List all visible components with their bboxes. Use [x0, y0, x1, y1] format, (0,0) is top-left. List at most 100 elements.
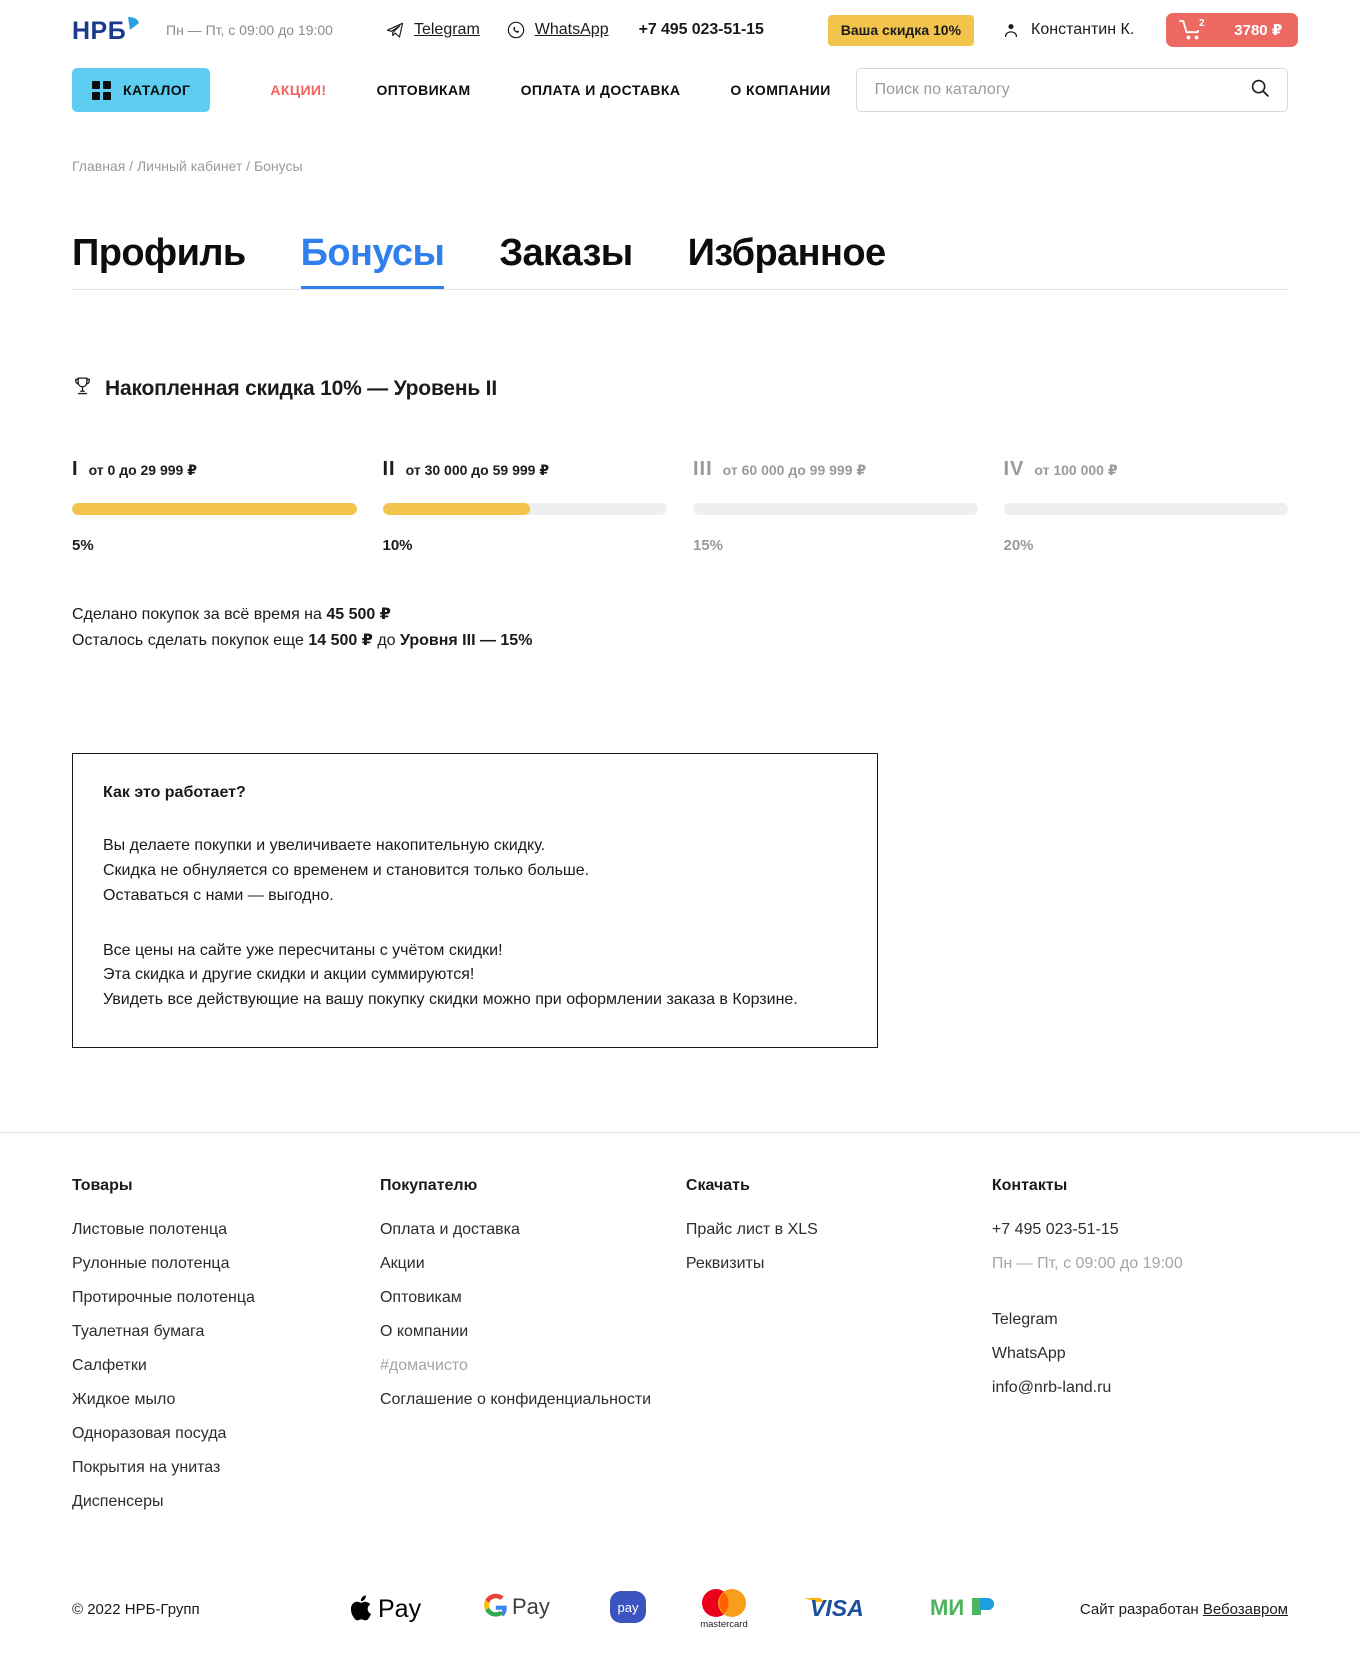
payment-methods: Pay Pay pay mastercard VISA МИ [350, 1583, 1000, 1636]
how-it-works-title: Как это работает? [103, 784, 246, 802]
page-root: НРБ Пн — Пт, с 09:00 до 19:00 Telegram W… [0, 0, 1360, 1676]
footer-link-privacy[interactable]: Соглашение о конфиденциальности [380, 1391, 686, 1409]
account-tabs: Профиль Бонусы Заказы Избранное [0, 174, 1360, 289]
svg-text:VISA: VISA [810, 1595, 864, 1621]
summary-line-remaining: Осталось сделать покупок еще 14 500 ₽ до… [72, 628, 1288, 654]
site-logo[interactable]: НРБ [72, 13, 144, 47]
header-phone[interactable]: +7 495 023-51-15 [639, 21, 764, 39]
footer-link-sheet-towels[interactable]: Листовые полотенца [72, 1221, 380, 1239]
level-percent: 5% [72, 537, 94, 554]
whatsapp-link[interactable]: WhatsApp [506, 20, 609, 40]
footer-link-disposable-dishes[interactable]: Одноразовая посуда [72, 1425, 380, 1443]
level-progress-track [382, 503, 667, 515]
hiw-p2-line2: Эта скидка и другие скидки и акции сумми… [103, 966, 475, 984]
summary-remaining-value: 14 500 ₽ [308, 631, 373, 649]
footer-link-whatsapp[interactable]: WhatsApp [992, 1345, 1288, 1363]
mastercard-icon: mastercard [690, 1583, 758, 1636]
footer-link-requisites[interactable]: Реквизиты [686, 1255, 992, 1273]
footer-column-buyer: Покупателю Оплата и доставка Акции Оптов… [380, 1177, 686, 1527]
footer-link-toilet-paper[interactable]: Туалетная бумага [72, 1323, 380, 1341]
level-progress-track [1003, 503, 1288, 515]
telegram-label: Telegram [413, 21, 480, 38]
summary-total-prefix: Сделано покупок за всё время на [72, 606, 327, 623]
footer-link-roll-towels[interactable]: Рулонные полотенца [72, 1255, 380, 1273]
telegram-link[interactable]: Telegram [385, 20, 480, 40]
footer-link-wholesale[interactable]: Оптовикам [380, 1289, 686, 1307]
cart-count-badge: 2 [1194, 16, 1210, 31]
nav-item-about[interactable]: О КОМПАНИИ [705, 82, 855, 98]
footer-column-downloads: Скачать Прайс лист в XLS Реквизиты [686, 1177, 992, 1527]
level-percent: 15% [693, 537, 724, 554]
user-account-link[interactable]: Константин К. [1002, 21, 1134, 39]
hiw-p1-line1: Вы делаете покупки и увеличиваете накопи… [103, 837, 546, 855]
footer-spacer [992, 1289, 1288, 1311]
level-head: I от 0 до 29 999 ₽ [72, 459, 357, 479]
tab-bonuses[interactable]: Бонусы [300, 232, 445, 289]
level-progress-fill [72, 503, 357, 515]
level-card-1: I от 0 до 29 999 ₽ 5% [72, 459, 357, 554]
svg-text:НРБ: НРБ [72, 17, 126, 45]
footer-worktime: Пн — Пт, с 09:00 до 19:00 [991, 1254, 1183, 1272]
cart-button[interactable]: 2 3780 ₽ [1166, 13, 1299, 47]
footer-col2-title: Покупателю [379, 1176, 478, 1194]
worktime-label: Пн — Пт, с 09:00 до 19:00 [166, 22, 333, 38]
how-it-works-paragraph-1: Вы делаете покупки и увеличиваете накопи… [103, 834, 847, 908]
footer-link-about[interactable]: О компании [380, 1323, 686, 1341]
hiw-p1-line2: Скидка не обнуляется со временем и стано… [103, 861, 590, 879]
footer-phone[interactable]: +7 495 023-51-15 [992, 1221, 1288, 1239]
developer-prefix: Сайт разработан [1079, 1600, 1203, 1618]
level-card-3: III от 60 000 до 99 999 ₽ 15% [693, 459, 978, 554]
footer-link-toilet-seat-covers[interactable]: Покрытия на унитаз [72, 1459, 380, 1477]
footer-email[interactable]: info@nrb-land.ru [992, 1379, 1288, 1397]
summary-next-level: Уровня III [400, 631, 476, 649]
tab-orders[interactable]: Заказы [499, 232, 633, 289]
footer-link-wiping-towels[interactable]: Протирочные полотенца [72, 1289, 380, 1307]
footer-link-payment-delivery[interactable]: Оплата и доставка [380, 1221, 686, 1239]
search-input[interactable] [872, 80, 1249, 100]
footer-link-dispensers[interactable]: Диспенсеры [72, 1493, 380, 1511]
breadcrumb[interactable]: Главная / Личный кабинет / Бонусы [0, 120, 1360, 174]
tab-favorites[interactable]: Избранное [688, 232, 887, 289]
footer-link-napkins[interactable]: Салфетки [72, 1357, 380, 1375]
level-percent: 10% [382, 537, 413, 554]
level-range: от 0 до 29 999 ₽ [88, 462, 197, 478]
how-it-works-box: Как это работает? Вы делаете покупки и у… [72, 753, 878, 1048]
search-icon[interactable] [1249, 77, 1271, 104]
hiw-p1-line3: Оставаться с нами — выгодно. [103, 886, 334, 904]
discount-levels: I от 0 до 29 999 ₽ 5% II от 30 000 до 59… [0, 403, 1360, 554]
grid-icon [92, 80, 111, 100]
developer-credit: Сайт разработан Вебозавром [1080, 1601, 1288, 1618]
summary-remaining-prefix: Осталось сделать покупок еще [72, 631, 309, 649]
footer-link-telegram[interactable]: Telegram [992, 1311, 1288, 1329]
level-progress-fill [382, 503, 531, 515]
cart-icon: 2 [1179, 16, 1210, 41]
svg-text:Pay: Pay [378, 1595, 422, 1623]
footer-link-price-xls[interactable]: Прайс лист в XLS [686, 1221, 992, 1239]
level-range: от 60 000 до 99 999 ₽ [722, 462, 867, 478]
level-progress-track [72, 503, 357, 515]
developer-link[interactable]: Вебозавром [1203, 1601, 1288, 1618]
catalog-button[interactable]: КАТАЛОГ [72, 68, 211, 112]
tab-profile[interactable]: Профиль [72, 232, 246, 289]
nav-item-wholesale[interactable]: ОПТОВИКАМ [351, 82, 495, 98]
footer-col3-title: Скачать [685, 1176, 750, 1194]
level-roman: I [72, 458, 79, 480]
level-progress-track [693, 503, 978, 515]
apple-pay-icon: Pay [350, 1590, 436, 1629]
level-percent: 20% [1003, 537, 1034, 554]
how-it-works-paragraph-2: Все цены на сайте уже пересчитаны с учёт… [103, 939, 847, 1013]
whatsapp-label: WhatsApp [534, 21, 609, 38]
search-box[interactable] [855, 68, 1288, 112]
footer-link-hashtag[interactable]: #домачисто [380, 1357, 686, 1375]
footer-col4-title: Контакты [991, 1176, 1068, 1194]
nav-item-promo[interactable]: АКЦИИ! [252, 82, 351, 98]
svg-text:Pay: Pay [512, 1594, 550, 1619]
bonus-title: Накопленная скидка 10% — Уровень II [105, 377, 497, 400]
nav-item-payment-delivery[interactable]: ОПЛАТА И ДОСТАВКА [496, 82, 706, 98]
footer-link-promos[interactable]: Акции [380, 1255, 686, 1273]
user-icon [1004, 24, 1018, 38]
trophy-icon [72, 375, 93, 403]
site-footer: Товары Листовые полотенца Рулонные полот… [0, 1133, 1360, 1527]
level-card-4: IV от 100 000 ₽ 20% [1003, 459, 1288, 554]
footer-link-liquid-soap[interactable]: Жидкое мыло [72, 1391, 380, 1409]
